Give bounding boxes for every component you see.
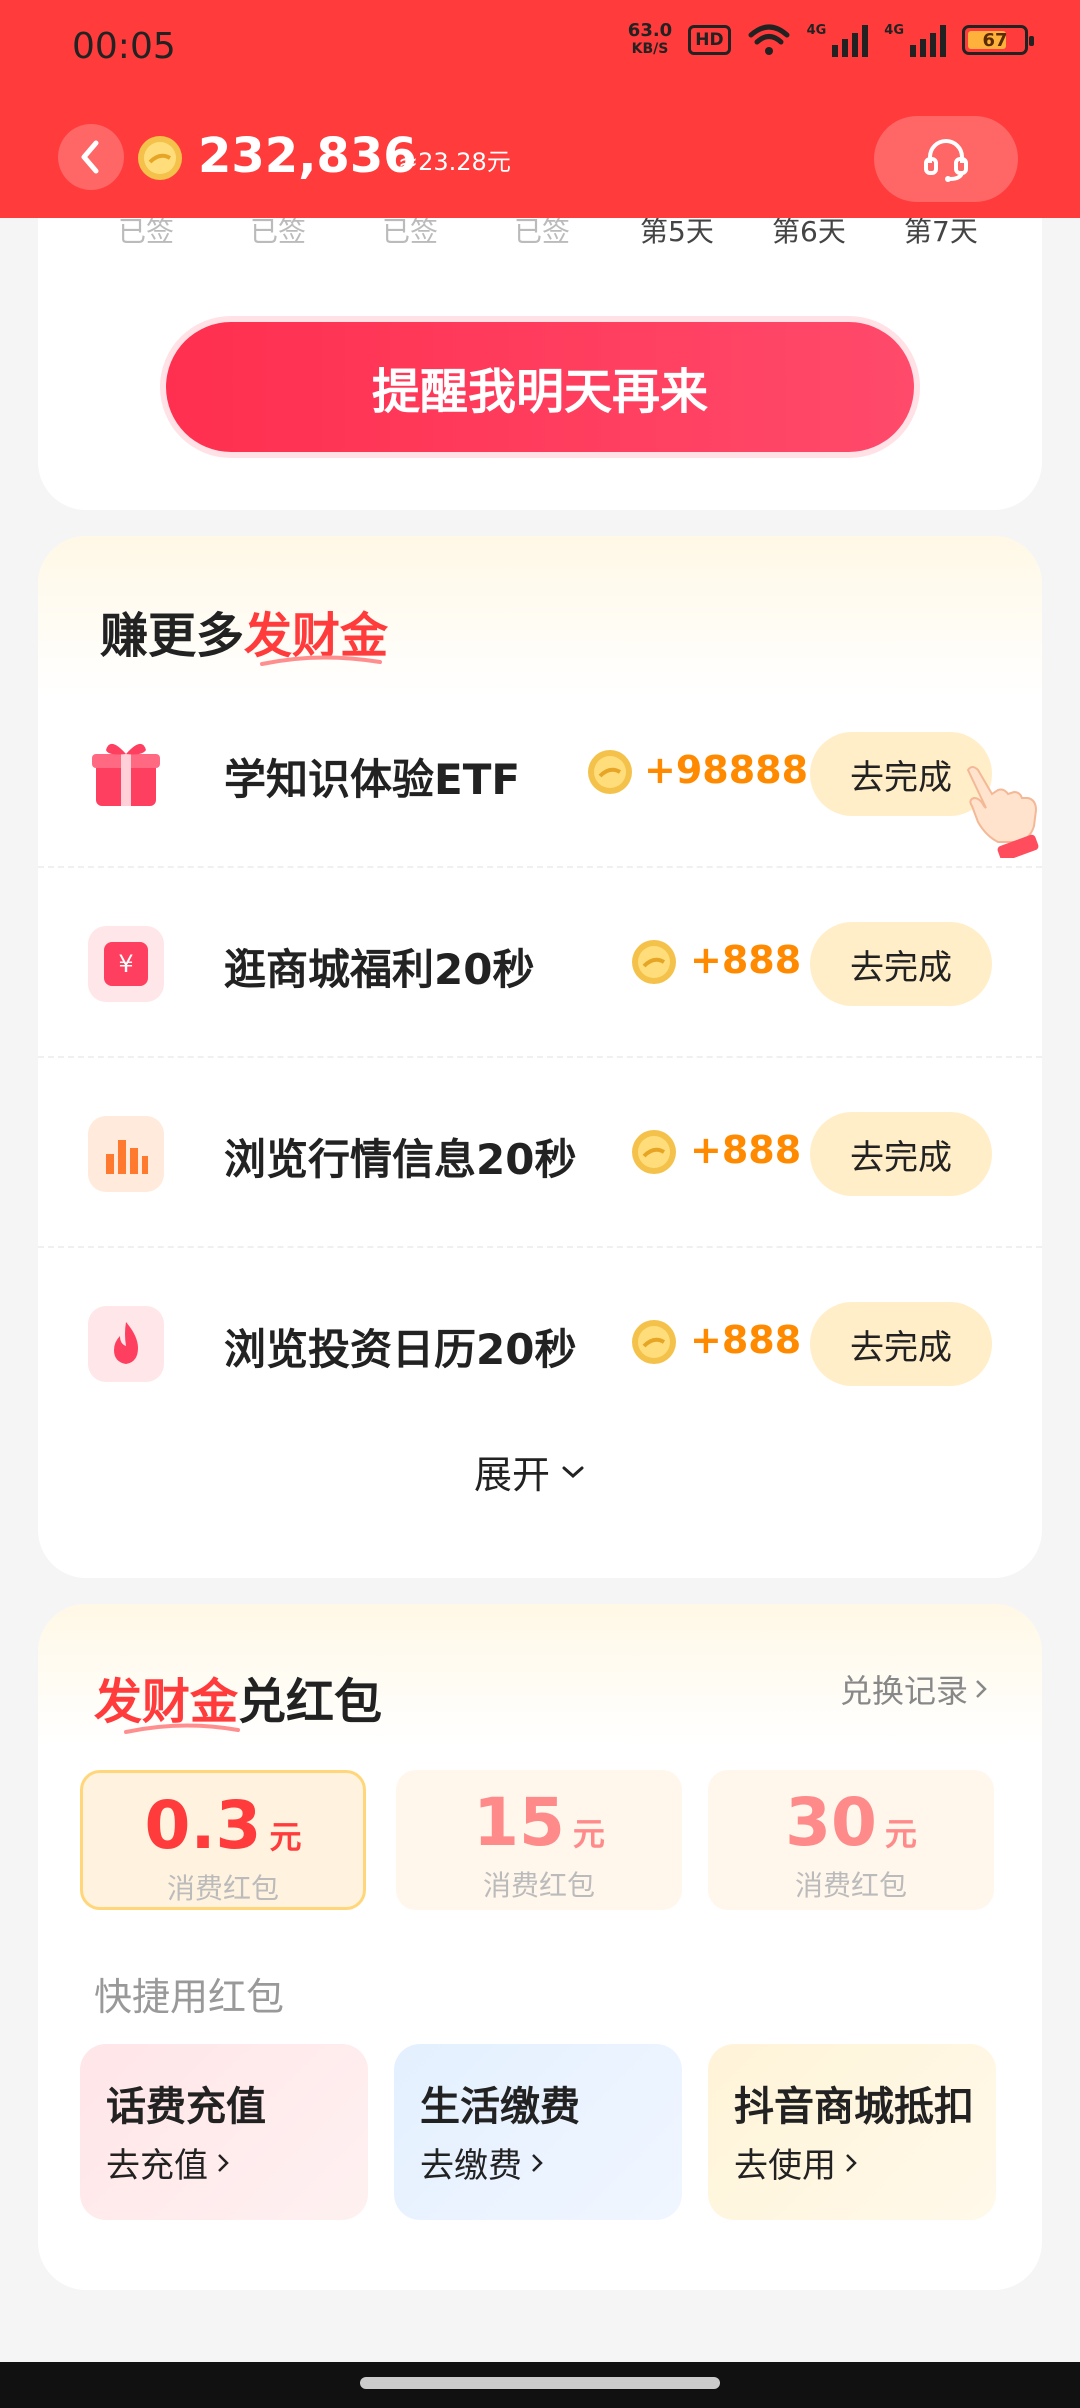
task-label: 浏览投资日历20秒	[224, 1325, 577, 1374]
battery-icon: 67	[962, 25, 1034, 55]
signal-icon-2: 4G	[884, 23, 946, 57]
task-row: 浏览行情信息20秒 +888 去完成	[38, 1058, 1042, 1248]
coin-icon	[588, 750, 632, 794]
gift-icon	[88, 736, 164, 812]
balance-approx-value: ≈23.28元	[398, 148, 511, 176]
chevron-right-icon	[976, 1680, 987, 1698]
chevron-right-icon	[532, 2153, 543, 2172]
earn-card: 赚更多发财金 学知识体验ETF +98888 去完成 ¥ 逛商城福利20秒 +8…	[38, 536, 1042, 1578]
svg-text:¥: ¥	[118, 950, 133, 978]
red-packet-option[interactable]: 15 元 消费红包	[396, 1770, 682, 1910]
chevron-down-icon	[562, 1466, 584, 1478]
home-indicator[interactable]	[360, 2377, 720, 2389]
chevron-right-icon	[218, 2153, 229, 2172]
remind-tomorrow-button[interactable]: 提醒我明天再来	[166, 322, 914, 452]
chevron-left-icon	[81, 140, 99, 174]
back-button[interactable]	[58, 124, 124, 190]
task-label: 逛商城福利20秒	[224, 945, 535, 994]
coin-icon	[632, 1130, 676, 1174]
coin-icon	[632, 1320, 676, 1364]
task-complete-button[interactable]: 去完成	[810, 1112, 992, 1196]
quick-utility-payment[interactable]: 生活缴费 去缴费	[394, 2044, 682, 2220]
hd-icon: HD	[688, 25, 731, 55]
task-row: 浏览投资日历20秒 +888 去完成	[38, 1248, 1042, 1438]
title-underline-decoration	[260, 655, 382, 666]
quick-mall-deduction[interactable]: 抖音商城抵扣 去使用	[708, 2044, 996, 2220]
task-label: 浏览行情信息20秒	[224, 1135, 577, 1184]
exchange-record-link[interactable]: 兑换记录	[840, 1666, 988, 1712]
redeem-card: 发财金兑红包 兑换记录 0.3 元 消费红包 15 元 消费红包 30 元 消费红包 …	[38, 1604, 1042, 2290]
red-packet-option[interactable]: 0.3 元 消费红包	[80, 1770, 366, 1910]
task-complete-button[interactable]: 去完成	[810, 922, 992, 1006]
task-label: 学知识体验ETF	[224, 755, 521, 804]
task-reward: +888	[690, 1128, 802, 1172]
task-complete-button[interactable]: 去完成	[810, 1302, 992, 1386]
top-bar: 00:05 63.0 KB/S HD 4G 4G 67 232,836 ≈23.…	[0, 0, 1080, 218]
bar-chart-icon	[88, 1116, 164, 1192]
coin-icon	[632, 940, 676, 984]
wifi-icon	[748, 24, 790, 55]
headset-icon	[924, 139, 968, 182]
fire-icon	[88, 1306, 164, 1382]
task-row: ¥ 逛商城福利20秒 +888 去完成	[38, 868, 1042, 1058]
coin-balance: 232,836	[198, 128, 417, 184]
title-underline-decoration	[124, 1723, 240, 1734]
task-reward: +888	[690, 1318, 802, 1362]
yuan-coupon-icon: ¥	[88, 926, 164, 1002]
coin-icon	[138, 136, 182, 180]
expand-button[interactable]: 展开	[474, 1444, 586, 1499]
app-header: 232,836 ≈23.28元	[0, 112, 1080, 208]
status-bar: 00:05 63.0 KB/S HD 4G 4G 67	[0, 0, 1080, 100]
task-reward: +888	[690, 938, 802, 982]
customer-service-button[interactable]	[874, 116, 1018, 202]
chevron-right-icon	[846, 2153, 857, 2172]
task-reward: +98888	[644, 748, 809, 792]
network-speed: 63.0 KB/S	[627, 20, 673, 58]
status-time: 00:05	[72, 26, 176, 67]
quick-use-label: 快捷用红包	[94, 1975, 285, 2019]
task-row: 学知识体验ETF +98888 去完成	[38, 678, 1042, 868]
quick-phone-recharge[interactable]: 话费充值 去充值	[80, 2044, 368, 2220]
pointing-hand-icon	[966, 766, 1039, 858]
red-packet-option[interactable]: 30 元 消费红包	[708, 1770, 994, 1910]
status-icons: 63.0 KB/S HD 4G 4G 67	[627, 20, 1034, 58]
signal-icon: 4G	[807, 23, 869, 57]
